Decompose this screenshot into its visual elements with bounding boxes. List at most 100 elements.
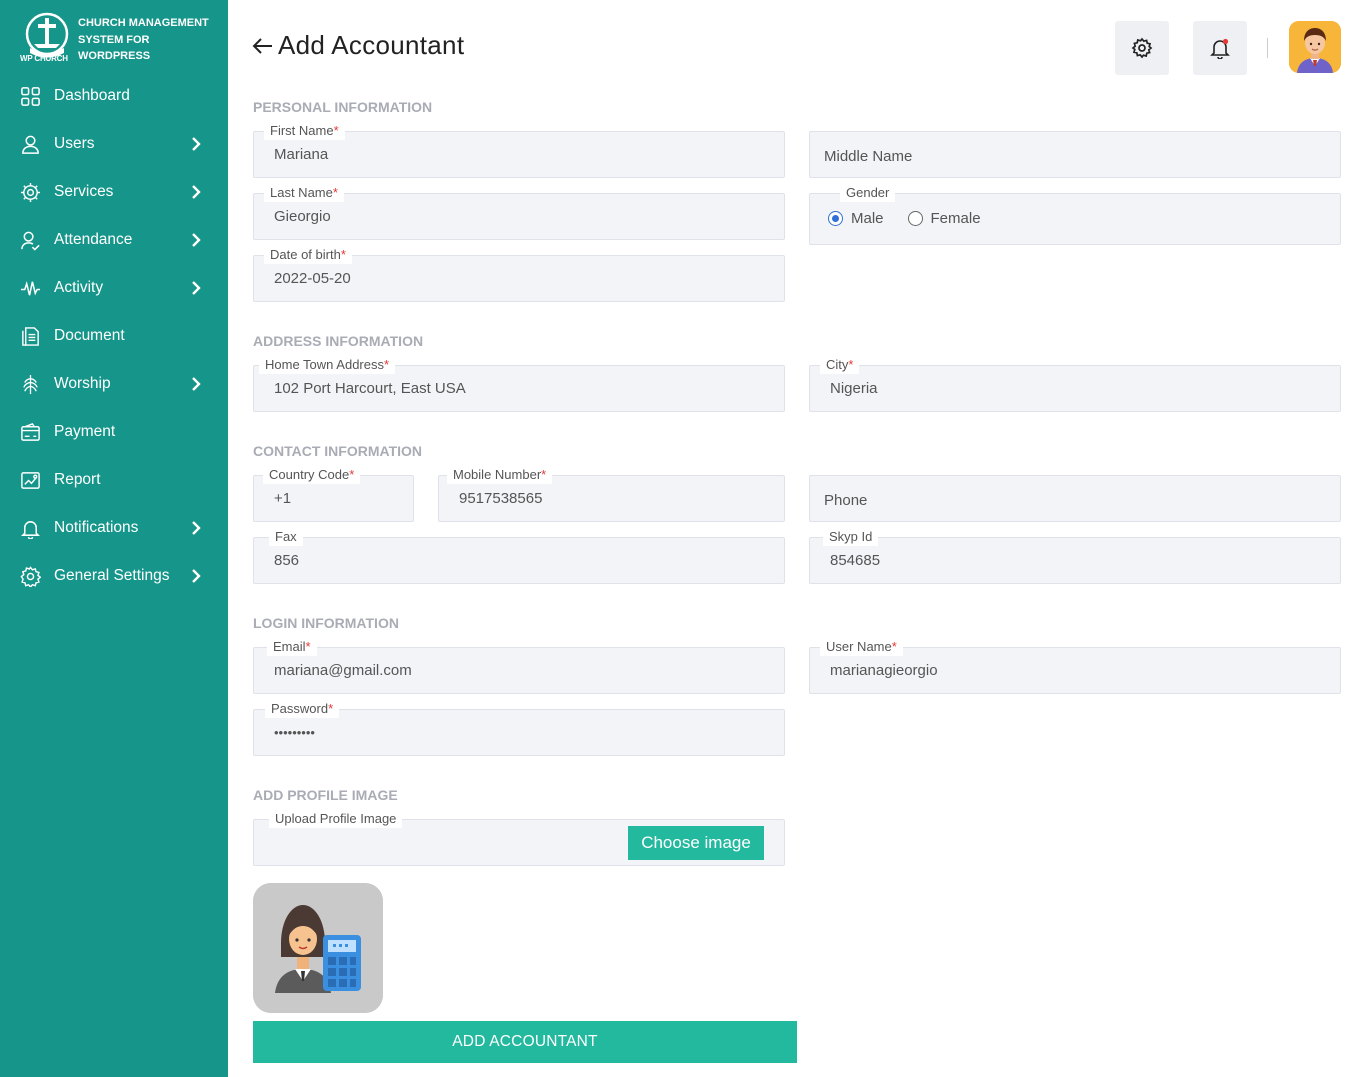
arrow-left-icon[interactable] [252,35,274,57]
bell-icon [19,517,41,539]
phone-placeholder: Phone [824,492,868,509]
address-label: Home Town Address* [259,356,396,374]
mobile-value: 9517538565 [459,490,543,507]
sidebar-item-services[interactable]: Services [0,168,228,216]
choose-image-button[interactable]: Choose image [628,826,764,860]
chevron-right-icon [192,137,201,151]
gender-female-radio[interactable] [907,211,923,226]
gender-label: Gender [840,184,896,202]
gender-male-label: Male [851,210,884,227]
mobile-label: Mobile Number* [447,466,553,484]
sidebar-item-report[interactable]: Report [0,456,228,504]
sidebar: WP CHURCH CHURCH MANAGEMENT SYSTEM FOR W… [0,0,228,1077]
report-icon [19,469,41,491]
sidebar-item-label: Report [54,471,101,488]
dob-field[interactable]: Date of birth* 2022-05-20 [253,246,785,302]
sidebar-item-label: Notifications [54,519,139,536]
last-name-field[interactable]: Last Name* Gieorgio [253,184,785,240]
page-header: Add Accountant [252,30,464,61]
sidebar-item-label: Services [54,183,114,200]
sidebar-item-document[interactable]: Document [0,312,228,360]
gender-field: Gender Male Female [809,184,1341,245]
section-title-image: ADD PROFILE IMAGE [253,787,398,803]
sidebar-item-dashboard[interactable]: Dashboard [0,72,228,120]
sidebar-item-label: Payment [54,423,116,440]
password-field[interactable]: Password* ••••••••• [253,700,785,756]
sidebar-item-label: Dashboard [54,87,130,104]
phone-field[interactable]: Phone [809,475,1341,522]
first-name-label: First Name* [264,122,345,140]
email-label: Email* [267,638,317,656]
sidebar-item-general-settings[interactable]: General Settings [0,552,228,600]
attendance-icon [19,229,41,251]
password-value: ••••••••• [274,725,315,740]
fax-label: Fax [269,528,303,546]
middle-name-placeholder: Middle Name [824,148,913,165]
mobile-field[interactable]: Mobile Number* 9517538565 [438,466,785,522]
settings-button[interactable] [1115,21,1169,75]
accountant-avatar-icon [253,883,383,1013]
country-code-label: Country Code* [263,466,361,484]
upload-image-label: Upload Profile Image [269,810,403,828]
notifications-button[interactable] [1193,21,1247,75]
country-code-field[interactable]: Country Code* +1 [253,466,414,522]
payment-icon [19,421,41,443]
sidebar-item-users[interactable]: Users [0,120,228,168]
gear-icon [1131,37,1153,59]
sidebar-item-label: Worship [54,375,111,392]
first-name-value: Mariana [274,146,329,163]
brand-logo[interactable]: WP CHURCH CHURCH MANAGEMENT SYSTEM FOR W… [18,12,218,68]
gender-options: Male Female [828,210,981,227]
gender-male-radio[interactable] [828,211,843,226]
middle-name-field[interactable]: Middle Name [809,131,1341,178]
first-name-field[interactable]: First Name* Mariana [253,122,785,178]
sidebar-item-payment[interactable]: Payment [0,408,228,456]
user-avatar[interactable] [1289,21,1341,73]
last-name-value: Gieorgio [274,208,331,225]
sidebar-item-label: Attendance [54,231,133,248]
user-icon [19,133,41,155]
section-title-personal: PERSONAL INFORMATION [253,99,433,115]
sidebar-item-attendance[interactable]: Attendance [0,216,228,264]
username-field[interactable]: User Name* marianagieorgio [809,638,1341,694]
avatar-icon [1289,21,1341,73]
chevron-right-icon [192,185,201,199]
brand-sub: WP CHURCH [20,54,68,63]
profile-image-preview [253,883,383,1013]
chevron-right-icon [192,233,201,247]
worship-icon [19,373,41,395]
sidebar-nav: Dashboard Users Services Attendance Acti… [0,72,228,600]
address-value: 102 Port Harcourt, East USA [274,380,466,397]
city-value: Nigeria [830,380,878,397]
sidebar-item-activity[interactable]: Activity [0,264,228,312]
gear-icon [19,565,41,587]
grid-icon [19,85,41,107]
city-label: City* [820,356,860,374]
upload-image-field: Upload Profile Image Choose image [253,810,785,866]
last-name-label: Last Name* [264,184,344,202]
skype-label: Skyp Id [823,528,879,546]
services-icon [19,181,41,203]
chevron-right-icon [192,569,201,583]
email-field[interactable]: Email* mariana@gmail.com [253,638,785,694]
sidebar-item-worship[interactable]: Worship [0,360,228,408]
password-label: Password* [265,700,340,718]
fax-value: 856 [274,552,300,569]
city-field[interactable]: City* Nigeria [809,356,1341,412]
chevron-right-icon [192,521,201,535]
section-title-address: ADDRESS INFORMATION [253,333,424,349]
brand-title: CHURCH MANAGEMENT SYSTEM FOR WORDPRESS [78,17,209,62]
bell-icon [1210,38,1230,59]
fax-field[interactable]: Fax 856 [253,528,785,584]
sidebar-item-label: Users [54,135,95,152]
gender-female-label: Female [930,210,981,227]
document-icon [19,325,41,347]
address-field[interactable]: Home Town Address* 102 Port Harcourt, Ea… [253,356,785,412]
skype-field[interactable]: Skyp Id 854685 [809,528,1341,584]
add-accountant-button[interactable]: ADD ACCOUNTANT [253,1021,797,1063]
sidebar-item-notifications[interactable]: Notifications [0,504,228,552]
page-title: Add Accountant [278,30,465,60]
username-label: User Name* [820,638,903,656]
sidebar-item-label: Document [54,327,125,344]
header-divider [1267,38,1268,58]
